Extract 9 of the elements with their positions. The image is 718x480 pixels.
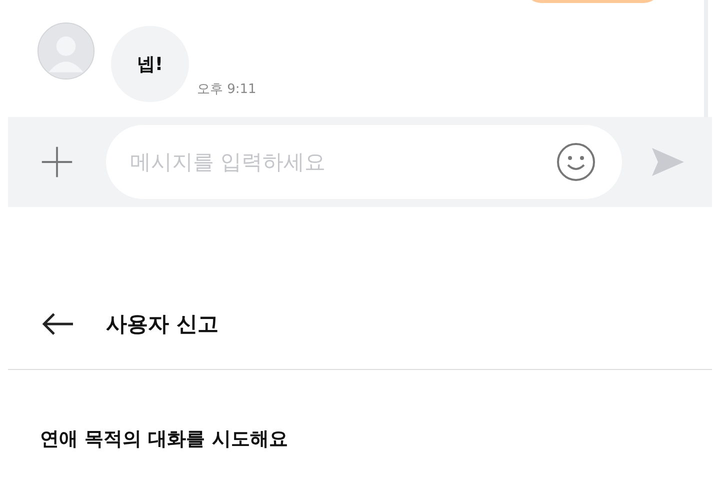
message-bubble: 넵! — [111, 26, 189, 102]
message-field[interactable]: 메시지를 입력하세요 — [106, 125, 622, 199]
plus-icon[interactable] — [40, 145, 74, 179]
avatar-icon — [37, 22, 95, 80]
report-reason[interactable]: 연애 목적의 대화를 시도해요 — [40, 426, 288, 452]
smiley-icon[interactable] — [556, 142, 596, 182]
page-title: 사용자 신고 — [106, 311, 218, 338]
message-time: 오후 9:11 — [197, 81, 256, 98]
back-arrow-icon[interactable] — [42, 312, 74, 336]
